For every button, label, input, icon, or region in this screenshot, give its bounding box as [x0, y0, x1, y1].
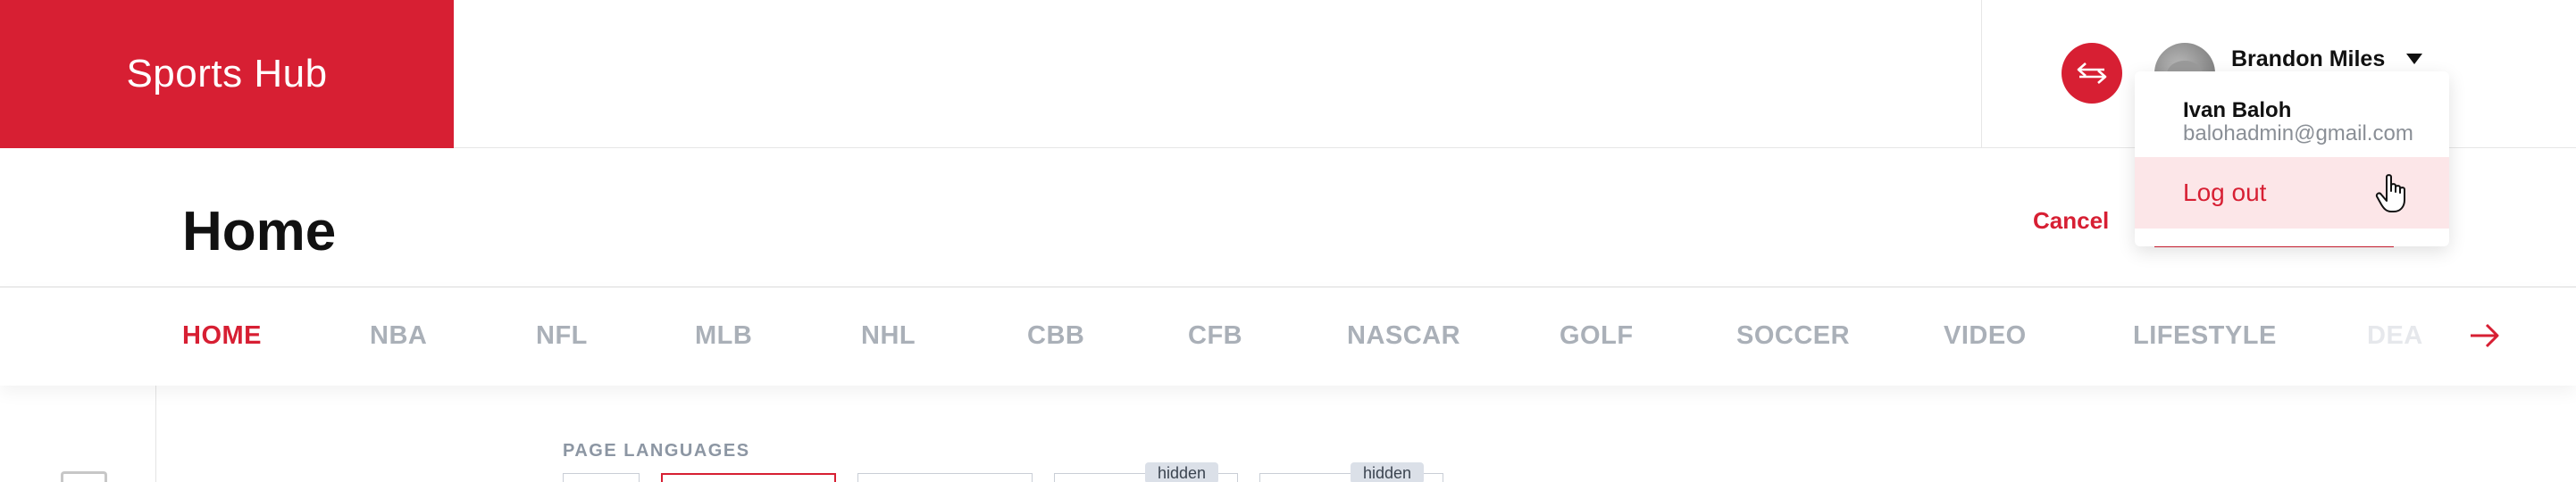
page: Sports Hub Brandon Miles Home Cancel HOM…: [0, 0, 2576, 482]
nav-item-cbb[interactable]: CBB: [1027, 321, 1084, 351]
logo[interactable]: Sports Hub: [0, 0, 454, 148]
nav-item-lifestyle[interactable]: LIFESTYLE: [2133, 321, 2277, 351]
nav-item-mlb[interactable]: MLB: [695, 321, 752, 351]
cancel-button[interactable]: Cancel: [2033, 207, 2109, 235]
content-area: PAGE LANGUAGES hidden hidden: [0, 386, 2576, 482]
language-tab[interactable]: [563, 473, 640, 482]
category-nav: HOME NBA NFL MLB NHL CBB CFB NASCAR GOLF…: [0, 287, 2576, 386]
logout-label: Log out: [2183, 179, 2267, 206]
hidden-badge: hidden: [1351, 462, 1425, 482]
nav-item-soccer[interactable]: SOCCER: [1736, 321, 1850, 351]
hand-pointer-icon: [2375, 174, 2405, 212]
sidebar-toggle-icon[interactable]: [61, 471, 107, 482]
user-dropdown-menu: Ivan Baloh balohadmin@gmail.com Log out: [2135, 71, 2449, 246]
user-name[interactable]: Brandon Miles: [2231, 46, 2385, 72]
dropdown-user-name: Ivan Baloh: [2183, 98, 2292, 122]
caret-down-icon[interactable]: [2406, 54, 2422, 64]
logout-menu-item[interactable]: Log out: [2135, 157, 2449, 229]
nav-item-video[interactable]: VIDEO: [1944, 321, 2027, 351]
sidebar-divider: [155, 386, 156, 482]
section-label: PAGE LANGUAGES: [563, 441, 750, 461]
language-tab-selected[interactable]: [661, 473, 836, 482]
nav-item-nhl[interactable]: NHL: [861, 321, 916, 351]
header-divider: [1981, 0, 1982, 148]
hidden-badge: hidden: [1145, 462, 1219, 482]
nav-item-cfb[interactable]: CFB: [1188, 321, 1242, 351]
switch-view-button[interactable]: [2062, 43, 2122, 104]
arrow-right-icon[interactable]: [2467, 320, 2503, 352]
nav-item-nfl[interactable]: NFL: [536, 321, 588, 351]
page-title: Home: [182, 201, 337, 262]
nav-item-nascar[interactable]: NASCAR: [1347, 321, 1460, 351]
logo-text: Sports Hub: [126, 52, 328, 96]
nav-item-deals[interactable]: DEA: [2367, 321, 2423, 351]
swap-arrows-icon: [2077, 62, 2107, 84]
nav-item-golf[interactable]: GOLF: [1560, 321, 1634, 351]
dropdown-user-email: balohadmin@gmail.com: [2183, 121, 2413, 145]
nav-item-home[interactable]: HOME: [182, 321, 262, 351]
nav-item-nba[interactable]: NBA: [370, 321, 427, 351]
language-tab[interactable]: [857, 473, 1033, 482]
